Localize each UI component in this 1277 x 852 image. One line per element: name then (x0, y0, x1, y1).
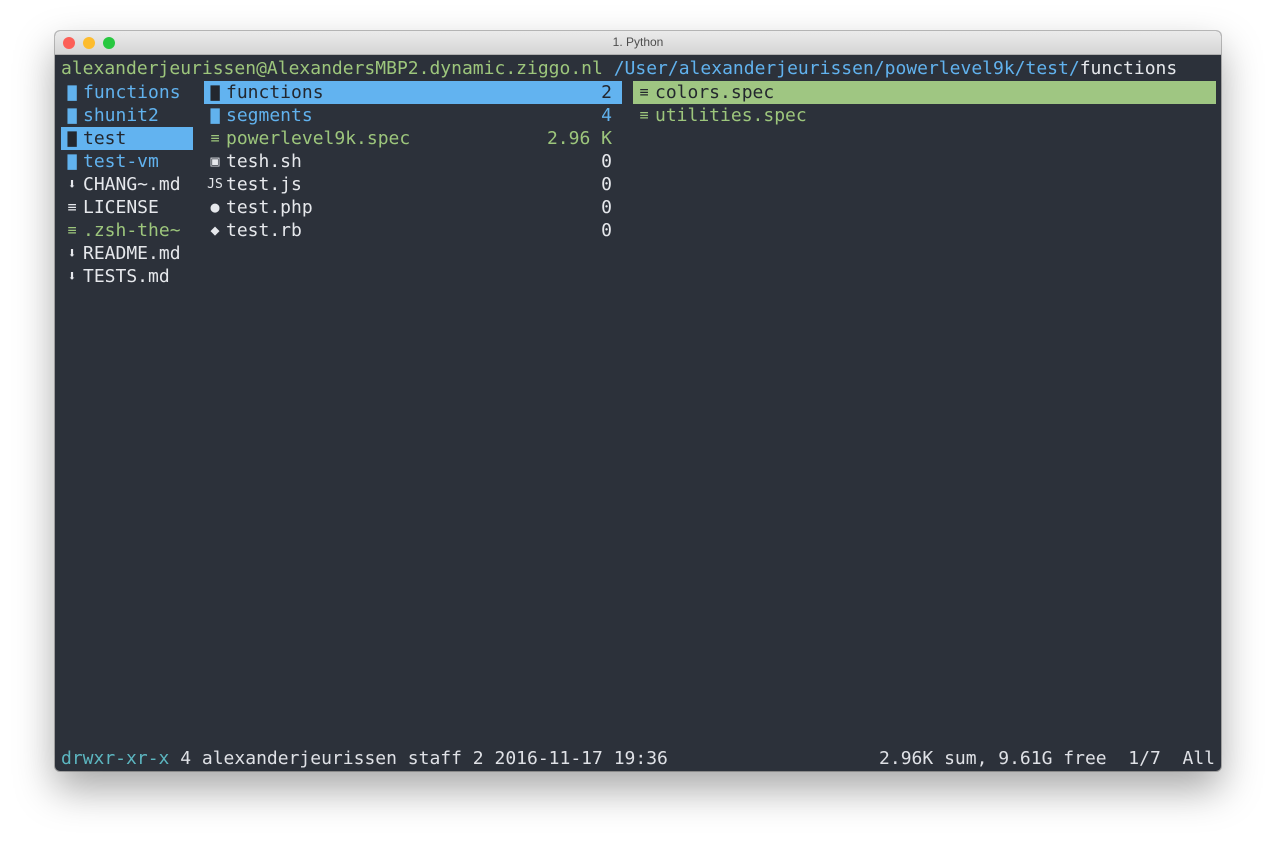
file-entry[interactable]: ▣tesh.sh 0 (204, 150, 622, 173)
file-entry[interactable]: ◆test.rb 0 (204, 219, 622, 242)
shell-icon: ▣ (204, 150, 226, 173)
file-size: 0 (601, 219, 612, 242)
markdown-download-icon: ⬇ (61, 265, 83, 288)
file-entry[interactable]: ⬇CHANG~.md (61, 173, 193, 196)
file-entry[interactable]: ●test.php 0 (204, 196, 622, 219)
file-name: .zsh-the~ (83, 219, 181, 242)
file-name: powerlevel9k.spec (226, 127, 410, 150)
file-entry[interactable]: ⬇README.md (61, 242, 193, 265)
current-dir: functions (1080, 58, 1178, 79)
file-entry[interactable]: JStest.js 0 (204, 173, 622, 196)
text-file-icon: ≡ (61, 219, 83, 242)
file-entry[interactable]: ▇functions (61, 81, 193, 104)
file-name: LICENSE (83, 196, 159, 219)
file-name: test-vm (83, 150, 159, 173)
file-name: segments (226, 104, 313, 127)
file-name: tesh.sh (226, 150, 302, 173)
markdown-download-icon: ⬇ (61, 173, 83, 196)
folder-icon: ▇ (204, 81, 226, 104)
file-name: CHANG~.md (83, 173, 181, 196)
file-name: colors.spec (655, 81, 774, 104)
file-size: 0 (601, 150, 612, 173)
file-entry[interactable]: ≡.zsh-the~ (61, 219, 193, 242)
javascript-icon: JS (204, 173, 226, 196)
folder-icon: ▇ (61, 104, 83, 127)
permissions: drwxr-xr-x (61, 748, 169, 769)
file-name: README.md (83, 242, 181, 265)
file-entry[interactable]: ▇functions 2 (204, 81, 622, 104)
file-name: functions (83, 81, 181, 104)
file-info: 4 alexanderjeurissen staff 2 2016-11-17 … (169, 748, 668, 769)
title-bar: 1. Python (55, 31, 1221, 55)
file-size: 4 (601, 104, 612, 127)
file-entry[interactable]: ▇shunit2 (61, 104, 193, 127)
folder-icon: ▇ (61, 150, 83, 173)
markdown-download-icon: ⬇ (61, 242, 83, 265)
terminal-window: 1. Python alexanderjeurissen@AlexandersM… (55, 31, 1221, 771)
file-size: 2.96 K (547, 127, 612, 150)
file-entry[interactable]: ≡utilities.spec (633, 104, 1216, 127)
file-name: shunit2 (83, 104, 159, 127)
file-entry[interactable]: ≡LICENSE (61, 196, 193, 219)
file-name: test.rb (226, 219, 302, 242)
text-file-icon: ≡ (204, 127, 226, 150)
file-entry[interactable]: ▇segments 4 (204, 104, 622, 127)
file-name: test (83, 127, 126, 150)
file-name: utilities.spec (655, 104, 807, 127)
file-entry[interactable]: ▇test-vm (61, 150, 193, 173)
folder-icon: ▇ (61, 127, 83, 150)
path: /User/alexanderjeurissen/powerlevel9k/te… (614, 58, 1080, 79)
status-summary: 2.96K sum, 9.61G free 1/7 All (879, 747, 1215, 770)
host: alexanderjeurissen@AlexandersMBP2.dynami… (61, 58, 603, 79)
window-title: 1. Python (55, 35, 1221, 49)
file-name: functions (226, 81, 324, 104)
file-entry[interactable]: ▇test (61, 127, 193, 150)
ruby-icon: ◆ (204, 219, 226, 242)
ranger-terminal[interactable]: alexanderjeurissen@AlexandersMBP2.dynami… (55, 55, 1221, 771)
status-left: drwxr-xr-x 4 alexanderjeurissen staff 2 … (61, 747, 668, 770)
file-entry[interactable]: ≡colors.spec (633, 81, 1216, 104)
folder-icon: ▇ (204, 104, 226, 127)
file-size: 0 (601, 196, 612, 219)
text-file-icon: ≡ (633, 104, 655, 127)
file-name: TESTS.md (83, 265, 170, 288)
file-name: test.php (226, 196, 313, 219)
file-entry[interactable]: ≡powerlevel9k.spec 2.96 K (204, 127, 622, 150)
path-header: alexanderjeurissen@AlexandersMBP2.dynami… (61, 57, 1177, 80)
file-size: 0 (601, 173, 612, 196)
file-name: test.js (226, 173, 302, 196)
folder-icon: ▇ (61, 81, 83, 104)
text-file-icon: ≡ (633, 81, 655, 104)
text-file-icon: ≡ (61, 196, 83, 219)
php-elephant-icon: ● (204, 196, 226, 219)
file-entry[interactable]: ⬇TESTS.md (61, 265, 193, 288)
file-size: 2 (601, 81, 612, 104)
